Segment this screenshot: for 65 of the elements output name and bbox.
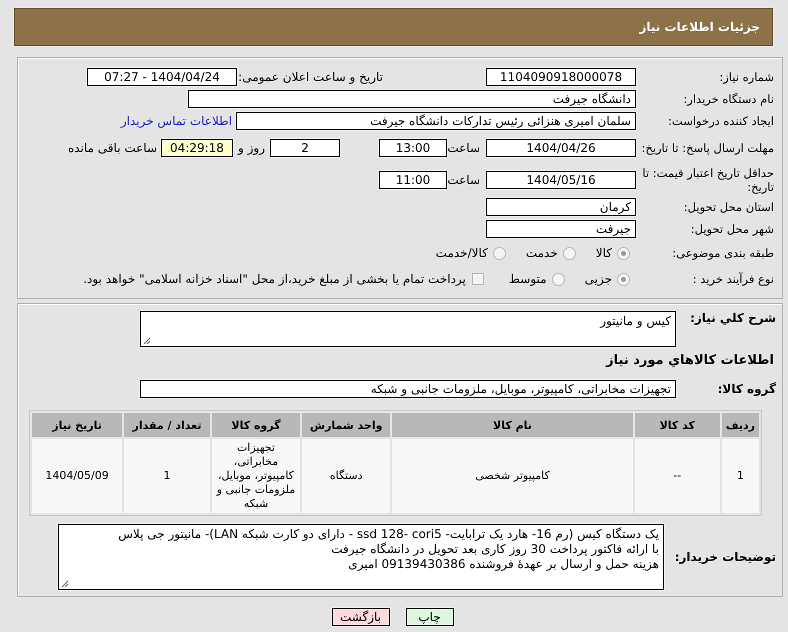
column-header: تعداد / مقدار bbox=[124, 413, 210, 437]
field-label: شماره نیاز: bbox=[718, 70, 775, 84]
field-label: گروه کالا: bbox=[716, 382, 777, 396]
validity-time-field: 11:00 bbox=[379, 171, 447, 189]
field-label: تاریخ و ساعت اعلان عمومی: bbox=[237, 70, 383, 84]
column-header: واحد شمارش bbox=[302, 413, 390, 437]
table-cell: تجهیزات مخابراتی، کامپیوتر، موبایل، ملزومات جانبی و شبکه bbox=[212, 439, 300, 513]
table-cell: -- bbox=[634, 439, 720, 513]
remaining-time-field: 04:29:18 bbox=[161, 139, 233, 157]
announce-date-field: 1404/04/24 - 07:27 bbox=[87, 68, 237, 86]
field-label: ساعت bbox=[447, 141, 480, 155]
description-field: کیس و مانیتور bbox=[140, 311, 676, 347]
column-header: ردیف bbox=[722, 413, 759, 437]
field-label: روز و bbox=[238, 141, 265, 155]
table-cell: دستگاه bbox=[302, 439, 390, 513]
field-label: استان محل تحویل: bbox=[682, 200, 775, 214]
field-label: نوع فرآیند خرید : bbox=[692, 272, 775, 286]
radio-label: متوسط bbox=[508, 272, 547, 286]
need-number-field: 1104090918000078 bbox=[486, 68, 636, 86]
page-title: جزئیات اطلاعات نیاز bbox=[639, 20, 760, 34]
requester-field: سلمان امیری هنزائی رئیس تدارکات دانشگاه جیرفت bbox=[236, 112, 636, 130]
checkbox-label: پرداخت تمام یا بخشی از مبلغ خرید،از محل "اسناد خزانه اسلامی" خواهد بود. bbox=[83, 272, 466, 286]
back-button[interactable]: بازگشت bbox=[332, 608, 390, 626]
radio-label: جزیی bbox=[584, 272, 612, 286]
field-label: توضیحات خریدار: bbox=[674, 550, 777, 564]
column-header: گروه کالا bbox=[212, 413, 300, 437]
days-field: 2 bbox=[270, 139, 340, 157]
column-header: تاریخ نیاز bbox=[32, 413, 122, 437]
radio-button[interactable] bbox=[617, 246, 630, 260]
table-cell: 1 bbox=[124, 439, 210, 513]
radio-button[interactable] bbox=[492, 246, 506, 260]
radio-label: خدمت bbox=[526, 246, 558, 260]
radio-button[interactable] bbox=[552, 272, 565, 286]
field-label: شهر محل تحویل: bbox=[690, 222, 775, 236]
field-label: ایجاد کننده درخواست: bbox=[667, 114, 775, 128]
table-cell: 1 bbox=[722, 439, 759, 513]
buyer-notes-field: یک دستگاه کیس (رم 16- هارد یک ترابایت- ssd 128- cori5 - دارای دو کارت شبکه LAN)- مانیتور جی پلاس با ارائه فاکتور پرداخت 30 روز کاری بعد تحویل در دانشگاه جیرفت هزینه حمل و ارسال بر عهدهٔ فروشنده 09139430386 امیری bbox=[58, 524, 664, 590]
radio-button[interactable] bbox=[617, 272, 630, 286]
deadline-date-field: 1404/04/26 bbox=[486, 139, 636, 157]
buyer-field: دانشگاه جیرفت bbox=[188, 90, 636, 108]
field-label: حداقل تاریخ اعتبار قیمت: تا تاریخ: bbox=[641, 166, 775, 194]
goods-group-field: تجهیزات مخابراتی، کامپیوتر، موبایل، ملزومات جانبی و شبکه bbox=[140, 380, 676, 398]
radio-label: کالا bbox=[596, 246, 612, 260]
resize-grip-icon[interactable] bbox=[61, 580, 68, 587]
checkbox[interactable] bbox=[472, 273, 484, 285]
province-field: کرمان bbox=[486, 198, 636, 216]
radio-label: کالا/خدمت bbox=[436, 246, 488, 260]
field-label: ساعت bbox=[447, 173, 480, 187]
radio-button[interactable] bbox=[562, 246, 576, 260]
table-cell: 1404/05/09 bbox=[32, 439, 122, 513]
field-label: ساعت باقی مانده bbox=[68, 141, 157, 155]
contact-link[interactable]: اطلاعات تماس خریدار bbox=[120, 114, 232, 128]
field-label: مهلت ارسال پاسخ: تا تاریخ: bbox=[640, 141, 775, 155]
column-header: نام کالا bbox=[392, 413, 633, 437]
field-label: طبقه بندی موضوعی: bbox=[671, 246, 775, 260]
column-header: کد کالا bbox=[634, 413, 720, 437]
validity-date-field: 1404/05/16 bbox=[486, 171, 636, 189]
section-heading: اطلاعات كالاهاي مورد نياز bbox=[604, 353, 775, 368]
city-field: جیرفت bbox=[486, 220, 636, 238]
field-label: نام دستگاه خریدار: bbox=[682, 92, 775, 106]
deadline-time-field: 13:00 bbox=[379, 139, 447, 157]
field-label: شرح كلي نياز: bbox=[689, 311, 777, 325]
resize-grip-icon[interactable] bbox=[143, 337, 150, 344]
table-cell: کامپیوتر شخصی bbox=[392, 439, 633, 513]
print-button[interactable]: چاپ bbox=[406, 608, 454, 626]
